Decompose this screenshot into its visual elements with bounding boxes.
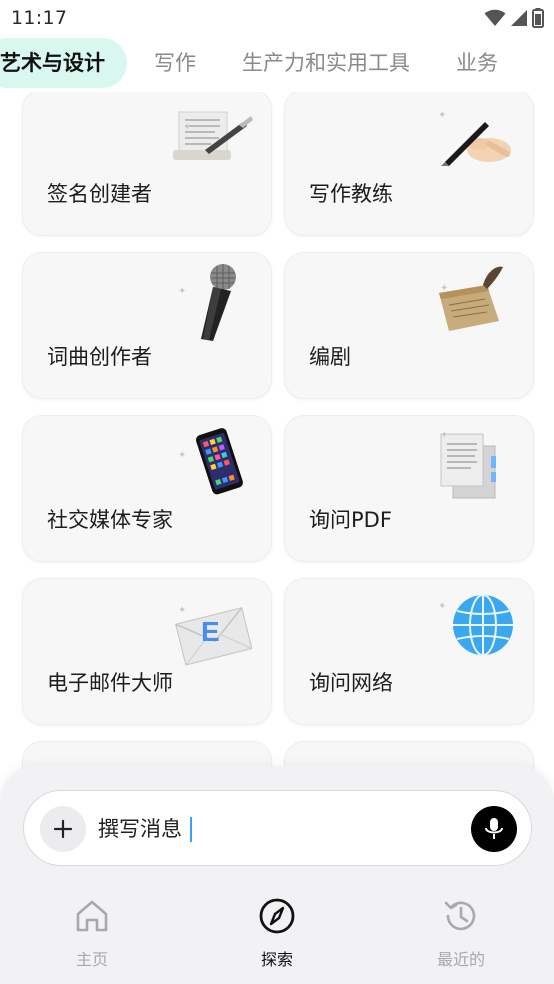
nav-explore-label: 探索	[260, 950, 293, 969]
smartphone-icon	[195, 428, 243, 495]
sparkle-decoration: ✦	[440, 430, 449, 441]
sparkle-decoration: ✦	[178, 450, 187, 461]
add-attachment-button[interactable]	[40, 806, 86, 852]
card-ask-pdf[interactable]: ✦ 询问PDF	[284, 415, 534, 562]
sparkle-decoration: ✦	[440, 283, 449, 294]
sparkle-decoration: ✦	[183, 122, 192, 133]
scroll-feather-icon	[439, 266, 503, 331]
sparkle-decoration: ✦	[438, 110, 447, 121]
tab-writing[interactable]: 写作	[131, 38, 219, 88]
sparkle-decoration: ✦	[438, 601, 447, 612]
microphone-icon	[201, 264, 236, 341]
card-email-master[interactable]: E ✦ 电子邮件大师	[22, 578, 272, 725]
sparkle-decoration: ✦	[178, 286, 187, 297]
assistant-grid: ✦ 签名创建者 ✦ 写作教练 ✦ 词曲创作者 ✦ 编剧 ✦ 社交媒体专家 ✦ 询…	[0, 92, 554, 782]
microphone-icon	[485, 818, 503, 839]
svg-text:E: E	[201, 616, 220, 647]
card-writing-coach[interactable]: ✦ 写作教练	[284, 92, 534, 236]
card-songwriter[interactable]: ✦ 词曲创作者	[22, 252, 272, 399]
status-bar: 11:17	[0, 0, 554, 36]
category-tabs: 艺术与设计 写作 生产力和实用工具 业务	[0, 37, 554, 89]
signal-icon	[511, 10, 527, 26]
card-label: 写作教练	[309, 182, 393, 206]
status-icons	[484, 8, 544, 28]
card-ask-web[interactable]: ✦ 询问网络	[284, 578, 534, 725]
card-social-media-expert[interactable]: ✦ 社交媒体专家	[22, 415, 272, 562]
card-screenwriter[interactable]: ✦ 编剧	[284, 252, 534, 399]
tab-art-design[interactable]: 艺术与设计	[0, 38, 127, 88]
bottom-navigation: 主页 探索 最近的	[0, 896, 554, 976]
wifi-icon	[484, 9, 506, 26]
tab-business[interactable]: 业务	[433, 38, 521, 88]
nav-recent-label: 最近的	[436, 950, 485, 969]
nav-home[interactable]: 主页	[42, 896, 142, 970]
history-icon	[444, 901, 476, 931]
card-label: 签名创建者	[47, 182, 152, 206]
tab-productivity[interactable]: 生产力和实用工具	[219, 38, 433, 88]
home-icon	[76, 900, 108, 932]
envelope-icon: E	[175, 607, 253, 666]
text-caret	[190, 817, 192, 842]
sparkle-decoration: ✦	[178, 605, 187, 616]
card-label: 询问网络	[309, 671, 393, 695]
message-input[interactable]	[98, 811, 398, 847]
card-label: 社交媒体专家	[47, 508, 173, 532]
card-signature-creator[interactable]: ✦ 签名创建者	[22, 92, 272, 236]
voice-input-button[interactable]	[471, 806, 517, 852]
message-composer	[23, 790, 532, 866]
nav-recent[interactable]: 最近的	[411, 896, 511, 970]
bottom-sheet: 主页 探索 最近的	[0, 766, 554, 984]
card-label: 编剧	[309, 345, 351, 369]
card-label: 词曲创作者	[47, 345, 152, 369]
nav-home-label: 主页	[75, 950, 108, 969]
compass-icon	[259, 898, 295, 934]
nav-explore[interactable]: 探索	[227, 896, 327, 970]
status-time: 11:17	[11, 7, 68, 29]
card-label: 电子邮件大师	[47, 671, 173, 695]
battery-icon	[532, 8, 544, 28]
plus-icon	[53, 819, 73, 839]
card-label: 询问PDF	[309, 508, 392, 532]
paper-quill-icon	[173, 111, 253, 160]
